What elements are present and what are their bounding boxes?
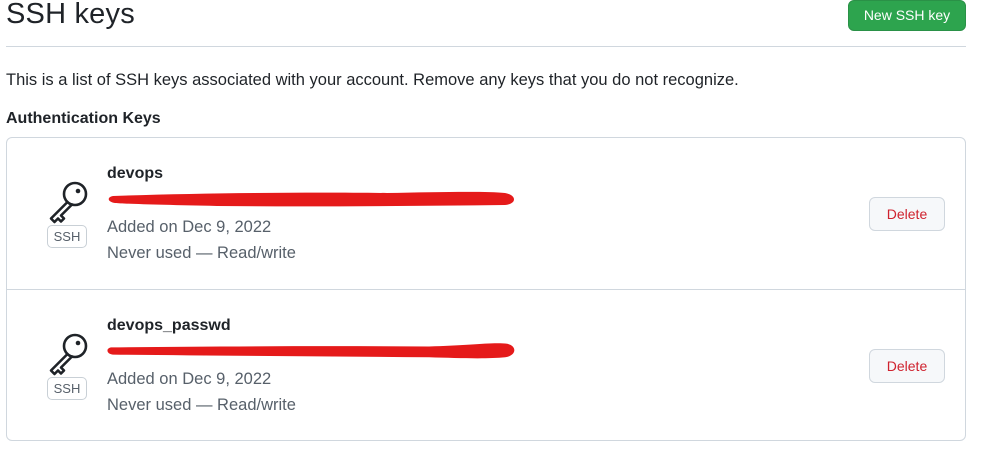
page-header: SSH keys New SSH key (6, 0, 966, 47)
section-title-authentication-keys: Authentication Keys (6, 110, 161, 127)
ssh-badge: SSH (47, 225, 87, 248)
new-ssh-key-button[interactable]: New SSH key (848, 0, 966, 31)
ssh-key-row: SSH devops Added on Dec 9, 2022 Never us… (7, 138, 965, 290)
key-icon (49, 333, 88, 376)
ssh-badge: SSH (47, 377, 87, 400)
key-title: devops_passwd (107, 317, 231, 334)
redacted-fingerprint (108, 191, 515, 207)
key-icon (49, 181, 88, 224)
key-usage-status: Never used — Read/write (107, 244, 296, 262)
delete-key-button[interactable]: Delete (869, 349, 945, 383)
delete-key-button[interactable]: Delete (869, 197, 945, 231)
key-added-date: Added on Dec 9, 2022 (107, 218, 272, 236)
redacted-fingerprint (107, 343, 515, 359)
intro-text: This is a list of SSH keys associated wi… (6, 71, 739, 89)
key-title: devops (107, 165, 164, 182)
key-usage-status: Never used — Read/write (107, 396, 296, 414)
ssh-key-list: SSH devops Added on Dec 9, 2022 Never us… (6, 137, 966, 441)
key-added-date: Added on Dec 9, 2022 (107, 370, 272, 388)
ssh-keys-page: SSH keys New SSH key This is a list of S… (0, 0, 986, 461)
page-title: SSH keys (6, 0, 135, 30)
ssh-key-row: SSH devops_passwd Added on Dec 9, 2022 N… (7, 290, 965, 440)
